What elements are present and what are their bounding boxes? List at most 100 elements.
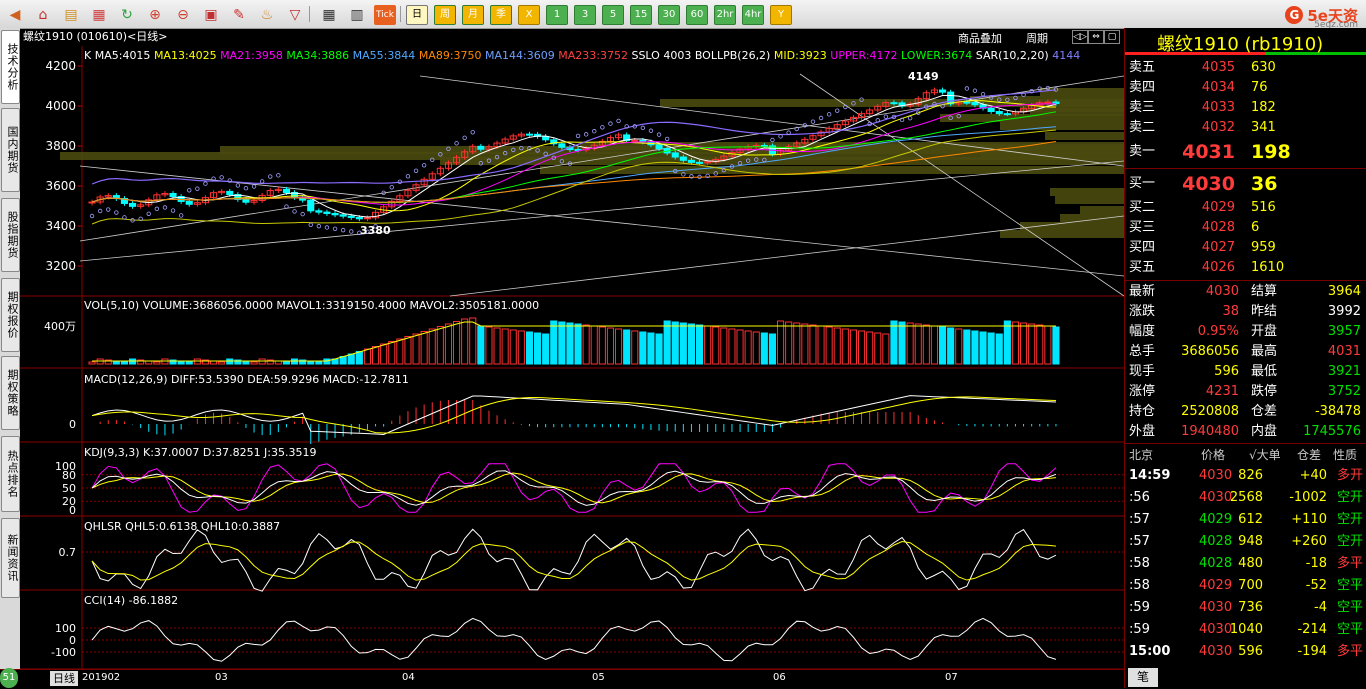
- overlay-button[interactable]: 商品叠加: [958, 30, 1002, 46]
- period-button-1[interactable]: 周: [434, 5, 456, 25]
- bid-price[interactable]: 4030: [1182, 170, 1235, 198]
- period-button-4[interactable]: X: [518, 5, 540, 25]
- period-button-13[interactable]: Y: [770, 5, 792, 25]
- volume-bar: [380, 343, 388, 365]
- macd-hist: [99, 400, 1057, 444]
- sidebar-tab-6[interactable]: 新闻资讯: [1, 518, 20, 598]
- back-icon[interactable]: ◀: [4, 5, 26, 25]
- pen-icon[interactable]: ✎: [228, 5, 250, 25]
- volume-bar: [1052, 326, 1060, 365]
- quote-panel: 螺纹1910 (rb1910) 卖五 4035 630 卖四 4034 76 卖三 4033 1…: [1124, 28, 1366, 688]
- notification-badge[interactable]: 51: [0, 668, 18, 688]
- x-axis-label: 05: [592, 672, 605, 683]
- chart-icon[interactable]: ▥: [346, 5, 368, 25]
- trade-price: 4028: [1199, 556, 1233, 571]
- kline-chart[interactable]: K MA5:4015 MA13:4025 MA21:3958 MA34:3886…: [20, 46, 1124, 669]
- trades-header: 北京 价格 √大单 仓差 性质: [1125, 445, 1366, 465]
- ask-price[interactable]: 4031: [1182, 138, 1235, 166]
- period-button-5[interactable]: 1: [546, 5, 568, 25]
- period-button-11[interactable]: 2hr: [714, 5, 736, 25]
- candle-body: [671, 152, 679, 158]
- period-button-6[interactable]: 3: [574, 5, 596, 25]
- zoom-in-icon[interactable]: ⊕: [144, 5, 166, 25]
- refresh-icon[interactable]: ↻: [116, 5, 138, 25]
- tab-trades[interactable]: 笔: [1128, 668, 1158, 687]
- period-label[interactable]: 日线: [50, 671, 78, 686]
- zoom-out-icon[interactable]: ⊖: [172, 5, 194, 25]
- period-button-12[interactable]: 4hr: [742, 5, 764, 25]
- period-button-10[interactable]: 60: [686, 5, 708, 25]
- stat-value: 3964: [1327, 284, 1361, 299]
- sar-dot: [89, 213, 95, 219]
- toolbar-separator: [309, 6, 310, 22]
- volume-profile-bar: [1055, 196, 1124, 204]
- volume-bar: [971, 330, 979, 365]
- period-button-8[interactable]: 15: [630, 5, 652, 25]
- bid-price[interactable]: 4028: [1202, 218, 1235, 238]
- sidebar-tab-1[interactable]: 国内期货: [1, 108, 20, 192]
- volume-bar: [550, 320, 558, 365]
- book-icon[interactable]: ▤: [60, 5, 82, 25]
- report-icon[interactable]: ▦: [318, 5, 340, 25]
- stat-value: 2520808: [1181, 404, 1239, 419]
- price-tick: 3800: [45, 139, 76, 153]
- indicator-13: LOWER:3674: [901, 49, 976, 62]
- volume-bar: [963, 329, 971, 365]
- ask-price[interactable]: 4032: [1202, 118, 1235, 138]
- trade-time: :58: [1129, 556, 1150, 571]
- trades-vol-hdr[interactable]: √大单: [1249, 445, 1281, 465]
- macd-title: MACD(12,26,9) DIFF:53.5390 DEA:59.9296 M…: [84, 373, 409, 386]
- nav-button-2[interactable]: ⇔: [1088, 30, 1104, 44]
- trade-row: :59 4030 1040 -214 空平: [1125, 619, 1366, 641]
- filter-icon[interactable]: ▽: [284, 5, 306, 25]
- trade-nature: 空平: [1336, 622, 1363, 637]
- macd-dea-line: [91, 396, 1056, 434]
- ask-price[interactable]: 4035: [1202, 58, 1235, 78]
- macd-diff-line: [91, 395, 1056, 436]
- sidebar-tab-4[interactable]: 期权策略: [1, 356, 20, 430]
- alert-icon[interactable]: ♨: [256, 5, 278, 25]
- sidebar-tab-2[interactable]: 股指期货: [1, 198, 20, 272]
- ask-price[interactable]: 4033: [1202, 98, 1235, 118]
- bid-price[interactable]: 4029: [1202, 198, 1235, 218]
- kdj-title: KDJ(9,3,3) K:37.0007 D:37.8251 J:35.3519: [84, 446, 317, 459]
- candle-body: [679, 156, 687, 161]
- volume-bar: [396, 338, 404, 365]
- ask-row-4: 卖一 4031 198: [1125, 138, 1366, 166]
- nav-button-1[interactable]: ◁▷: [1072, 30, 1088, 44]
- period-button-3[interactable]: 季: [490, 5, 512, 25]
- ask-price[interactable]: 4034: [1202, 78, 1235, 98]
- trade-volume: 736: [1238, 600, 1263, 615]
- sar-dot: [332, 226, 338, 231]
- stat-label: 内盘: [1251, 424, 1278, 439]
- period-button[interactable]: 周期: [1026, 30, 1048, 46]
- f10-icon[interactable]: ▦: [88, 5, 110, 25]
- indicator-2: MA13:4025: [154, 49, 220, 62]
- nav-button-3[interactable]: ▢: [1104, 30, 1120, 44]
- period-button-2[interactable]: 月: [462, 5, 484, 25]
- bid-volume: 1610: [1251, 260, 1285, 275]
- price-tick: 4200: [45, 59, 76, 73]
- home-icon[interactable]: ⌂: [32, 5, 54, 25]
- x-axis-label: 04: [402, 672, 415, 683]
- period-button-7[interactable]: 5: [602, 5, 624, 25]
- candle-body: [242, 198, 250, 203]
- sar-dot: [389, 185, 394, 190]
- stat-label: 涨跌: [1129, 304, 1156, 319]
- bid-price[interactable]: 4026: [1202, 258, 1235, 278]
- candle-body: [363, 217, 371, 220]
- period-button-0[interactable]: 日: [406, 5, 428, 25]
- bid-price[interactable]: 4027: [1202, 238, 1235, 258]
- tick-icon[interactable]: Tick: [374, 5, 396, 25]
- sidebar-tab-3[interactable]: 期权报价: [1, 278, 20, 352]
- volume-bar: [404, 336, 412, 365]
- sidebar-tab-0[interactable]: 技术分析: [1, 30, 20, 104]
- period-button-9[interactable]: 30: [658, 5, 680, 25]
- window-icon[interactable]: ▣: [200, 5, 222, 25]
- volume-bar: [631, 330, 639, 365]
- volume-bar: [88, 361, 96, 365]
- candle-body: [226, 190, 234, 196]
- stat-row-6: 持仓 2520808 仓差 -38478: [1125, 402, 1366, 422]
- sar-dot: [656, 132, 662, 137]
- sidebar-tab-5[interactable]: 热点排名: [1, 436, 20, 512]
